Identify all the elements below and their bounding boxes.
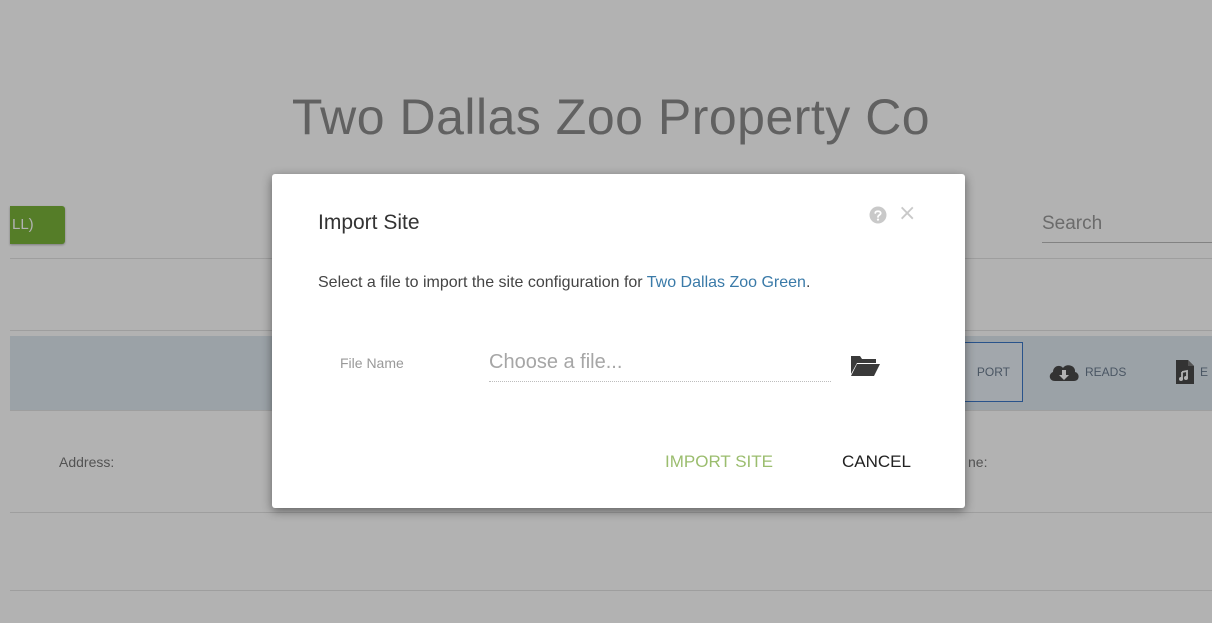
file-name-label: File Name [340,355,404,371]
import-site-button[interactable]: IMPORT SITE [665,452,773,472]
cancel-button[interactable]: CANCEL [842,452,911,472]
site-name-link[interactable]: Two Dallas Zoo Green [647,274,806,291]
dialog-message: Select a file to import the site configu… [318,274,810,292]
close-icon[interactable]: × [898,202,916,226]
folder-open-icon[interactable] [849,352,881,378]
dialog-message-prefix: Select a file to import the site configu… [318,274,647,291]
import-site-dialog: Import Site × Select a file to import th… [272,174,965,508]
dialog-title: Import Site [318,211,420,234]
question-circle-icon[interactable] [869,206,887,224]
file-name-input[interactable] [489,343,831,382]
dialog-message-suffix: . [805,274,811,291]
